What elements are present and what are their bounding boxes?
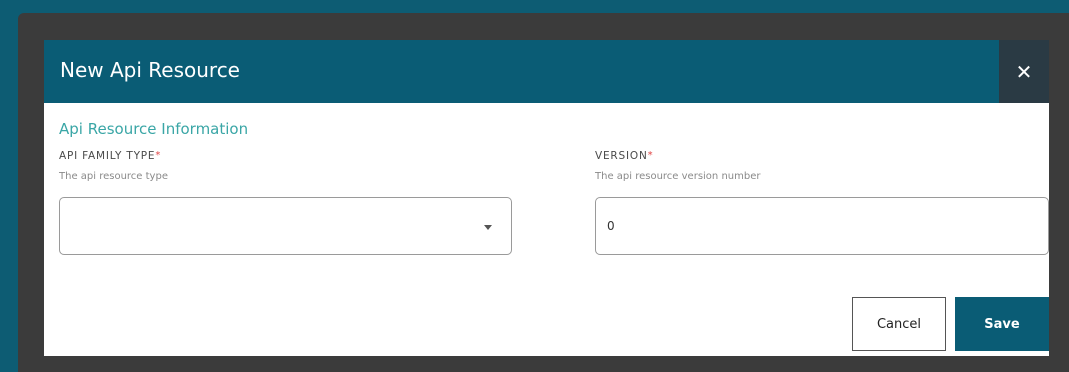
api-family-type-label: API FAMILY TYPE* xyxy=(59,150,162,162)
caret-down-icon xyxy=(484,225,492,230)
cancel-button[interactable]: Cancel xyxy=(852,297,946,351)
version-help: The api resource version number xyxy=(595,171,761,182)
version-label: VERSION* xyxy=(595,150,654,162)
required-mark: * xyxy=(155,150,162,161)
dialog-header: New Api Resource ✕ xyxy=(44,40,1049,103)
api-family-type-field: API FAMILY TYPE* The api resource type xyxy=(59,150,512,255)
required-mark: * xyxy=(647,150,654,161)
close-button[interactable]: ✕ xyxy=(999,40,1049,103)
close-icon: ✕ xyxy=(1015,59,1033,84)
new-api-resource-dialog: New Api Resource ✕ Api Resource Informat… xyxy=(44,40,1049,356)
save-button[interactable]: Save xyxy=(955,297,1049,351)
version-input[interactable] xyxy=(595,197,1049,255)
section-title: Api Resource Information xyxy=(59,120,249,138)
api-family-type-select[interactable] xyxy=(59,197,512,255)
version-field: VERSION* The api resource version number xyxy=(595,150,1049,255)
dialog-title: New Api Resource xyxy=(60,58,240,82)
api-family-type-help: The api resource type xyxy=(59,171,168,182)
